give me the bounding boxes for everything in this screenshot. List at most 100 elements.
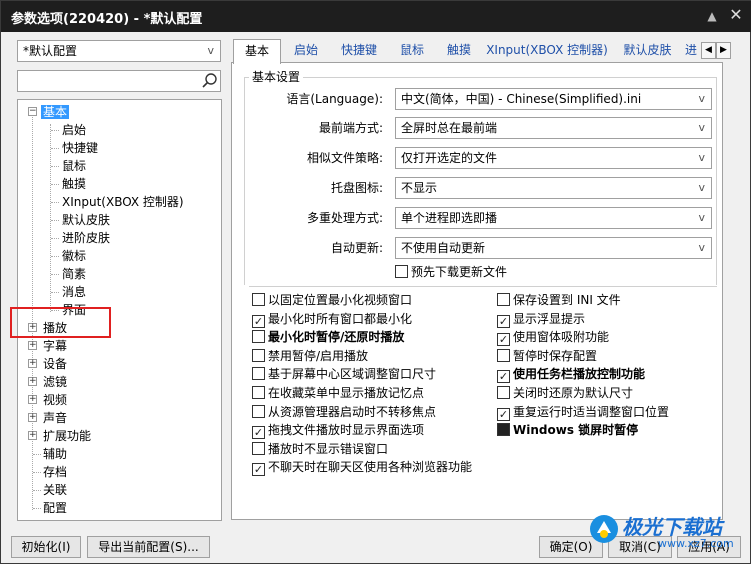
option-checkbox[interactable]: ✓ 使用窗体吸附功能 (497, 328, 609, 347)
expand-icon[interactable]: + (28, 341, 37, 350)
tree-item[interactable]: 默认皮肤 (62, 211, 110, 229)
option-checkbox[interactable]: 禁用暂停/启用播放 (252, 347, 368, 365)
checkbox-box[interactable] (252, 441, 265, 455)
tab-item[interactable]: 启始 (282, 39, 330, 63)
tab-item[interactable]: 触摸 (437, 39, 481, 63)
tree-item[interactable]: XInput(XBOX 控制器) (62, 193, 184, 211)
checkbox-box[interactable] (252, 404, 265, 418)
tab-item[interactable]: 快捷键 (331, 39, 387, 63)
tree-item[interactable]: 触摸 (62, 175, 86, 193)
option-checkbox[interactable]: 保存设置到 INI 文件 (497, 291, 621, 309)
checkbox-box[interactable]: ✓ (252, 463, 265, 477)
option-checkbox[interactable]: ✓ 最小化时所有窗口都最小化 (252, 310, 412, 328)
option-checkbox[interactable]: Windows 锁屏时暂停 (497, 421, 638, 439)
init-button[interactable]: 初始化(I) (11, 536, 81, 558)
tab-item[interactable]: 基本 (233, 39, 281, 64)
checkbox-box[interactable]: ✓ (497, 370, 510, 384)
tab-item[interactable]: 鼠标 (388, 39, 436, 63)
tree-guide-line (51, 238, 59, 239)
tab-item[interactable]: XInput(XBOX 控制器) (482, 39, 612, 63)
option-checkbox[interactable]: 暂停时保存配置 (497, 347, 597, 365)
tab-item[interactable]: 进 (683, 39, 699, 63)
field-select[interactable]: 单个进程即选即播 v (395, 207, 712, 229)
expand-icon[interactable]: + (28, 359, 37, 368)
tree-item-label: 滤镜 (43, 375, 68, 389)
export-config-button[interactable]: 导出当前配置(S)... (87, 536, 210, 558)
option-checkbox[interactable]: 基于屏幕中心区域调整窗口尺寸 (252, 365, 436, 383)
profile-select[interactable]: *默认配置 v (17, 40, 221, 62)
option-checkbox[interactable]: 以固定位置最小化视频窗口 (252, 291, 412, 309)
checkbox-box[interactable]: ✓ (497, 314, 510, 328)
tree-item[interactable]: 字幕 (43, 337, 67, 355)
tree-item[interactable]: 快捷键 (62, 139, 98, 157)
collapse-icon[interactable]: − (28, 107, 37, 116)
checkbox-box[interactable] (252, 348, 265, 362)
checkbox-box[interactable]: ✓ (497, 333, 510, 347)
field-select-value: 中文(简体，中国) - Chinese(Simplified).ini (401, 92, 642, 106)
checkbox-box[interactable]: ✓ (252, 426, 265, 440)
tree-item[interactable]: 进阶皮肤 (62, 229, 110, 247)
field-select[interactable]: 全屏时总在最前端 v (395, 117, 712, 139)
option-label: 以固定位置最小化视频窗口 (268, 293, 413, 307)
option-checkbox[interactable]: ✓ 重复运行时适当调整窗口位置 (497, 403, 669, 421)
tree-item[interactable]: 徽标 (62, 247, 86, 265)
field-select[interactable]: 不显示 v (395, 177, 712, 199)
option-checkbox[interactable]: ✓ 不聊天时在聊天区使用各种浏览器功能 (252, 458, 472, 477)
checkbox-box[interactable] (497, 423, 510, 437)
tree-item[interactable]: 滤镜 (43, 373, 67, 391)
checkbox-box[interactable] (252, 386, 265, 399)
option-checkbox[interactable]: 关闭时还原为默认尺寸 (497, 384, 633, 402)
option-checkbox[interactable]: ✓ 显示浮显提示 (497, 310, 585, 328)
checkbox-box[interactable] (252, 330, 265, 344)
search-input[interactable] (17, 70, 221, 92)
expand-icon[interactable]: + (28, 377, 37, 386)
option-checkbox[interactable]: 从资源管理器启动时不转移焦点 (252, 403, 436, 421)
option-checkbox[interactable]: ✓ 使用任务栏播放控制功能 (497, 365, 646, 384)
tree-item[interactable]: 启始 (62, 121, 86, 139)
tree-item[interactable]: 存档 (43, 463, 67, 481)
watermark-title: 极光下载站 (622, 515, 722, 539)
tree-item[interactable]: 辅助 (43, 445, 67, 463)
checkbox-box[interactable] (497, 348, 510, 362)
tree-item[interactable]: 设备 (43, 355, 67, 373)
tree-item[interactable]: 消息 (62, 283, 86, 301)
checkbox-box[interactable] (497, 293, 510, 306)
checkbox-box[interactable] (252, 367, 265, 381)
tree-item[interactable]: 配置 (43, 499, 67, 517)
tab-scroll-right[interactable]: ▶ (716, 42, 731, 59)
field-select[interactable]: 中文(简体，中国) - Chinese(Simplified).ini v (395, 88, 712, 110)
tree-item-label: 触摸 (62, 177, 87, 191)
checkbox-box[interactable] (497, 386, 510, 399)
tree-item[interactable]: 简素 (62, 265, 86, 283)
option-checkbox[interactable]: 在收藏菜单中显示播放记忆点 (252, 384, 424, 402)
tree-item-basic[interactable]: 基本 (41, 103, 70, 121)
field-select[interactable]: 不使用自动更新 v (395, 237, 712, 259)
tree-item[interactable]: 鼠标 (62, 157, 86, 175)
tree-item[interactable]: 声音 (43, 409, 67, 427)
option-checkbox[interactable]: ✓ 拖拽文件播放时显示界面选项 (252, 421, 424, 440)
checkbox-box[interactable]: ✓ (252, 314, 265, 328)
checkbox-box[interactable] (395, 265, 408, 278)
predownload-checkbox[interactable]: 预先下载更新文件 (395, 263, 507, 281)
tree-item[interactable]: 扩展功能 (43, 427, 91, 445)
expand-icon[interactable]: + (28, 395, 37, 404)
field-select[interactable]: 仅打开选定的文件 v (395, 147, 712, 169)
checkbox-box[interactable] (252, 293, 265, 306)
option-checkbox[interactable]: 播放时不显示错误窗口 (252, 440, 388, 458)
tab-item[interactable]: 默认皮肤 (613, 39, 682, 63)
profile-select-value: *默认配置 (23, 44, 78, 58)
field-label: 语言(Language): (286, 92, 383, 106)
checkbox-box[interactable]: ✓ (497, 407, 510, 421)
close-icon[interactable]: ✕ (728, 7, 744, 23)
search-icon[interactable] (201, 72, 219, 90)
tree-item[interactable]: 视频 (43, 391, 67, 409)
option-label: 使用任务栏播放控制功能 (513, 367, 646, 382)
tree-guide-line (51, 256, 59, 257)
tab-scroll-left[interactable]: ◀ (701, 42, 716, 59)
option-checkbox[interactable]: 最小化时暂停/还原时播放 (252, 328, 404, 346)
option-label: Windows 锁屏时暂停 (513, 423, 639, 438)
expand-icon[interactable]: + (28, 413, 37, 422)
tree-item[interactable]: 关联 (43, 481, 67, 499)
pin-icon[interactable]: ▲ (705, 9, 719, 23)
expand-icon[interactable]: + (28, 431, 37, 440)
